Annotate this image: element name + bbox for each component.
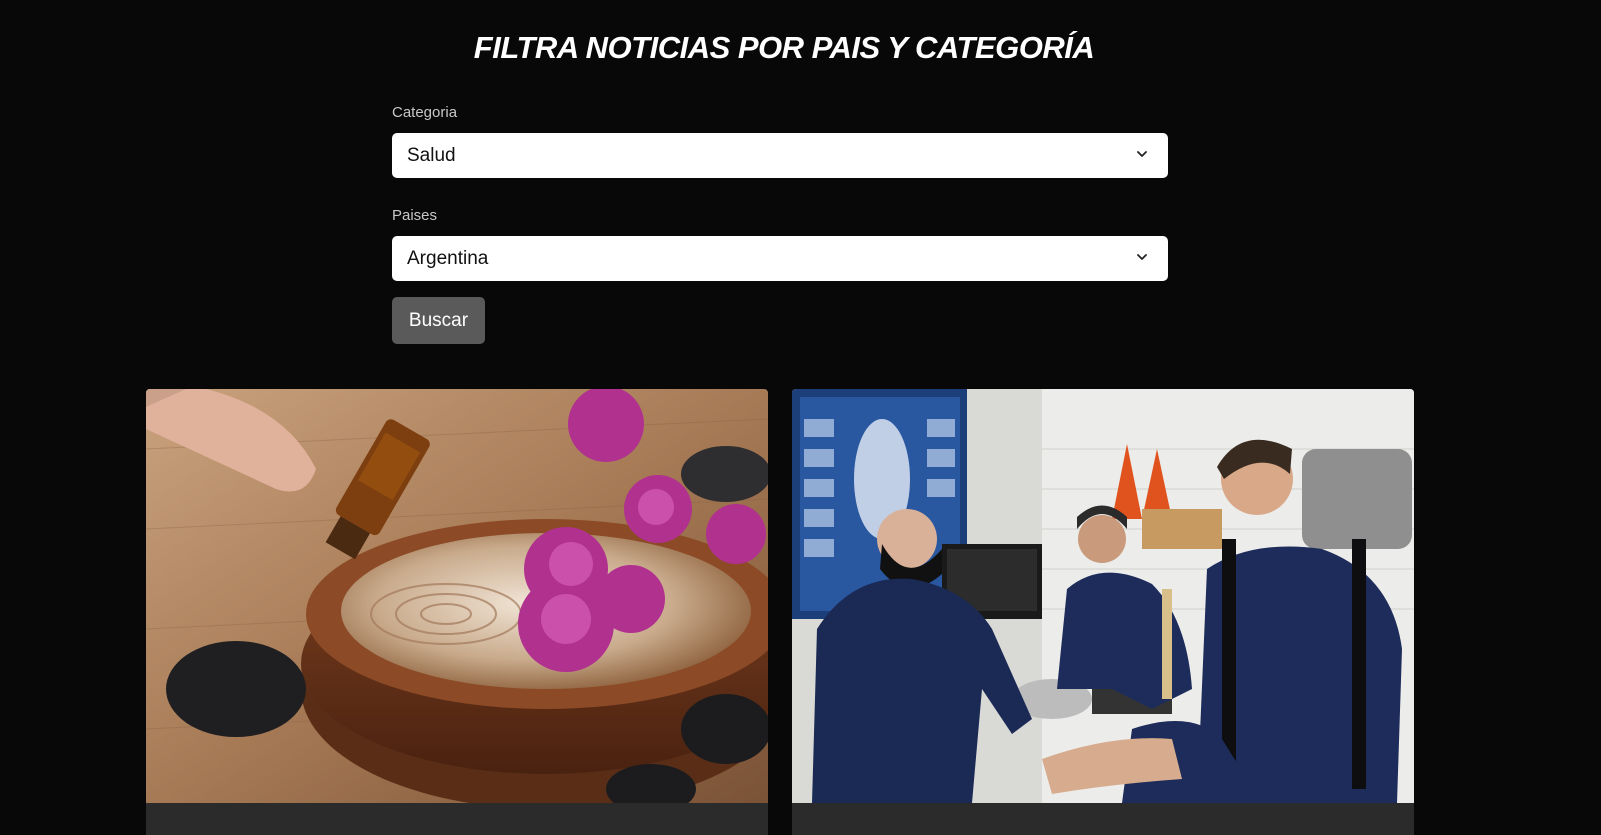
filter-form: Categoria Salud Paises Argentina Buscar xyxy=(392,100,1168,344)
page: FILTRA NOTICIAS POR PAIS Y CATEGORÍA Cat… xyxy=(0,0,1601,835)
country-select[interactable]: Argentina xyxy=(392,236,1168,281)
country-select-value: Argentina xyxy=(407,247,489,269)
category-select-value: Salud xyxy=(407,144,456,166)
category-select[interactable]: Salud xyxy=(392,133,1168,178)
category-label: Categoria xyxy=(392,104,458,121)
chevron-down-icon xyxy=(1137,151,1147,157)
news-cards xyxy=(146,389,1414,835)
chevron-down-icon xyxy=(1137,254,1147,260)
aromatherapy-oil-bowl-flowers-image[interactable] xyxy=(146,389,768,803)
news-card[interactable] xyxy=(146,389,768,835)
country-label: Paises xyxy=(392,207,438,224)
news-card[interactable] xyxy=(792,389,1414,835)
page-title: FILTRA NOTICIAS POR PAIS Y CATEGORÍA xyxy=(473,30,1095,65)
athlete-physiotherapy-session-image[interactable] xyxy=(792,389,1414,803)
search-button[interactable]: Buscar xyxy=(392,297,485,344)
